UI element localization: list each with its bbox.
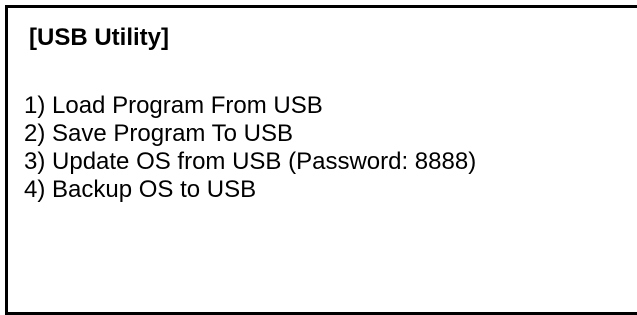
screen-title: [USB Utility] (29, 24, 169, 51)
menu-item-load-program[interactable]: 1) Load Program From USB (24, 92, 476, 120)
menu-item-update-os[interactable]: 3) Update OS from USB (Password: 8888) (24, 148, 476, 176)
menu-item-backup-os[interactable]: 4) Backup OS to USB (24, 176, 476, 204)
usb-utility-screen: [USB Utility] 1) Load Program From USB 2… (5, 5, 637, 315)
menu-item-save-program[interactable]: 2) Save Program To USB (24, 120, 476, 148)
usb-menu: 1) Load Program From USB 2) Save Program… (24, 92, 476, 204)
